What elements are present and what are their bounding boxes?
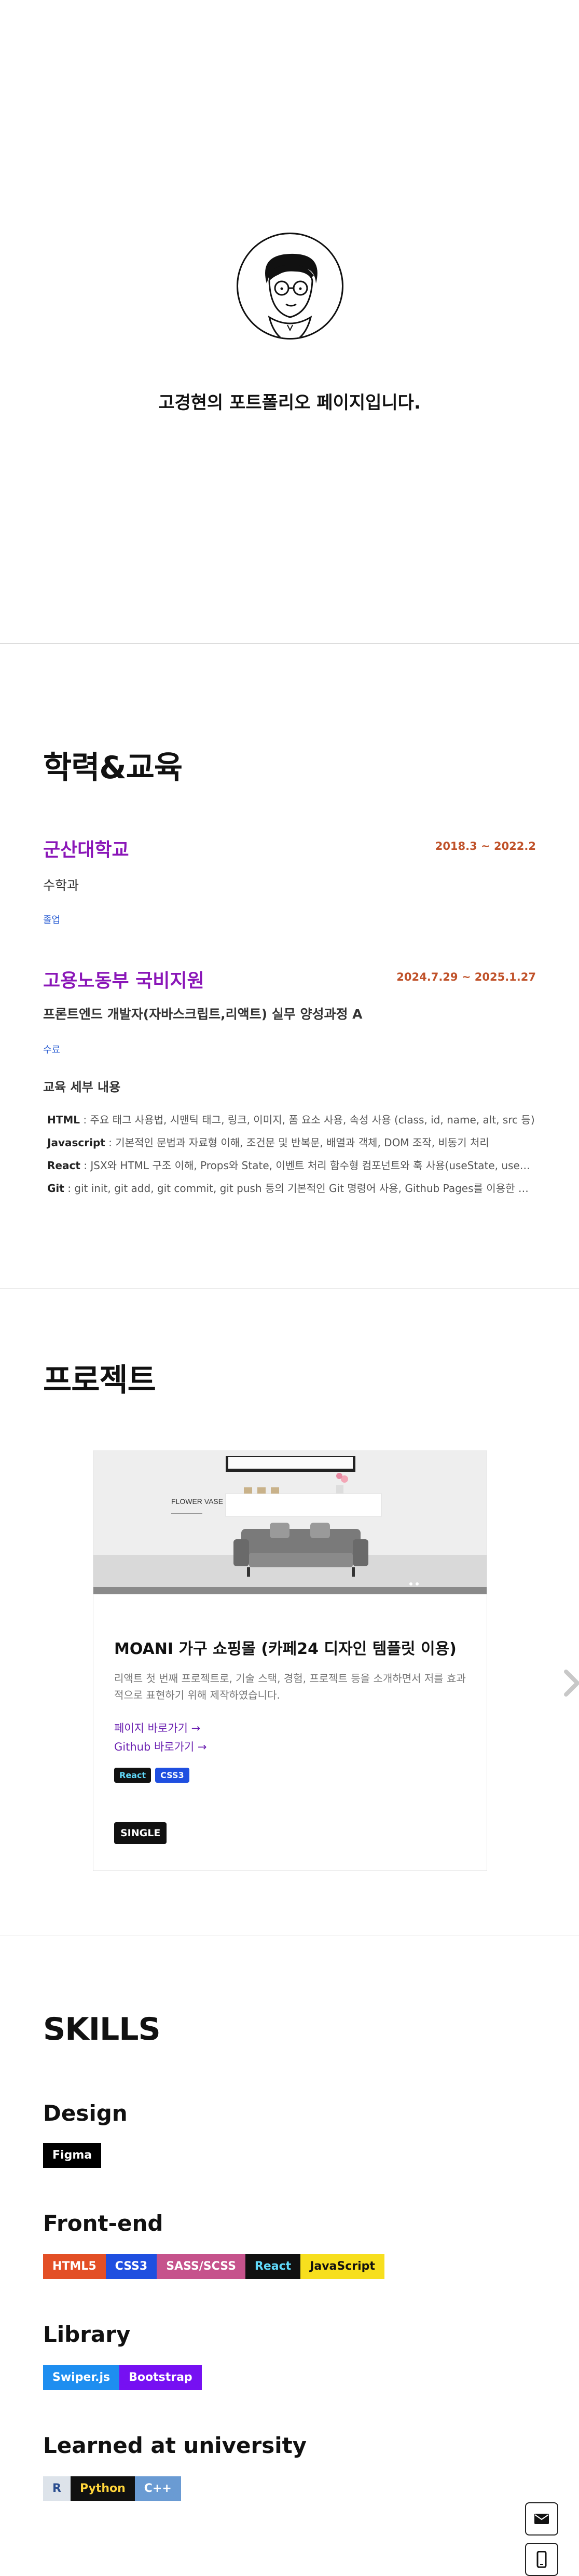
- education-section: 학력&교육 군산대학교 2018.3 ~ 2022.2 수학과 졸업 고용노동부…: [0, 644, 579, 1289]
- school-date: 2018.3 ~ 2022.2: [435, 840, 536, 852]
- badge-figma: Figma: [43, 2143, 102, 2168]
- detail-item-javascript: Javascript : 기본적인 문법과 자료형 이해, 조건문 및 반복문,…: [43, 1131, 536, 1154]
- skill-category-frontend: Front-end: [43, 2211, 163, 2236]
- phone-button[interactable]: [525, 2543, 558, 2576]
- hero-section: 고경현의 포트폴리오 페이지입니다.: [0, 0, 579, 644]
- thumbnail-caption: FLOWER VASE: [171, 1497, 223, 1506]
- skill-badges-frontend: HTML5 CSS3 SASS/SCSS React JavaScript: [43, 2254, 384, 2279]
- avatar: [237, 233, 343, 340]
- skill-category-design: Design: [43, 2100, 128, 2126]
- skill-badges-library: Swiper.js Bootstrap: [43, 2365, 202, 2390]
- tag-css3: CSS3: [155, 1768, 189, 1783]
- badge-cpp: C++: [134, 2476, 181, 2501]
- projects-section: 프로젝트 FLOWER VASE MOANI 가구 쇼핑몰 (카페24 디자인 …: [0, 1289, 579, 1935]
- badge-bootstrap: Bootstrap: [119, 2365, 202, 2390]
- project-description: 리액트 첫 번째 프로젝트로, 기술 스택, 경험, 프로젝트 등을 소개하면서…: [114, 1672, 466, 1701]
- education-title: 학력&교육: [43, 750, 183, 786]
- skills-title: SKILLS: [43, 2011, 161, 2048]
- school-item: 군산대학교 2018.3 ~ 2022.2 수학과 졸업: [43, 835, 536, 926]
- detail-label: Git: [47, 1182, 64, 1195]
- skill-category-library: Library: [43, 2322, 131, 2347]
- badge-css3: CSS3: [105, 2254, 157, 2279]
- detail-title: 교육 세부 내용: [43, 1080, 121, 1094]
- badge-python: Python: [70, 2476, 135, 2501]
- github-link[interactable]: Github 바로가기 →: [114, 1738, 466, 1756]
- skill-category-university: Learned at university: [43, 2433, 307, 2458]
- skills-section: SKILLS Design Figma Front-end HTML5 CSS3…: [0, 1935, 579, 2570]
- skill-badges-university: R Python C++: [43, 2476, 181, 2501]
- detail-item-html: HTML : 주요 태그 사용법, 시맨틱 태그, 링크, 이미지, 폼 요소 …: [43, 1108, 536, 1131]
- tech-tags: React CSS3: [114, 1768, 466, 1783]
- detail-item-git: Git : git init, git add, git commit, git…: [43, 1177, 536, 1200]
- skill-badges-design: Figma: [43, 2143, 102, 2168]
- school-major: 프론트엔드 개발자(자바스크립트,리액트) 실무 양성과정 A: [43, 1007, 363, 1022]
- chevron-right-icon: [564, 1670, 579, 1697]
- hero-title: 고경현의 포트폴리오 페이지입니다.: [158, 392, 421, 413]
- detail-label: HTML: [47, 1114, 80, 1126]
- avatar-illustration: [265, 253, 318, 338]
- phone-icon: [536, 2551, 547, 2568]
- mail-icon: [534, 2514, 549, 2524]
- school-status: 졸업: [43, 915, 61, 926]
- detail-item-react: React : JSX와 HTML 구조 이해, Props와 State, 이…: [43, 1154, 536, 1177]
- carousel-next-button[interactable]: [562, 1667, 579, 1699]
- badge-r: R: [43, 2476, 71, 2501]
- school-status: 수료: [43, 1045, 61, 1055]
- school-major: 수학과: [43, 878, 79, 893]
- detail-text: : git init, git add, git commit, git pus…: [64, 1182, 536, 1195]
- badge-swiper: Swiper.js: [43, 2365, 120, 2390]
- detail-text: : 주요 태그 사용법, 시맨틱 태그, 링크, 이미지, 폼 요소 사용, 속…: [80, 1114, 535, 1126]
- detail-label: Javascript: [47, 1136, 105, 1149]
- mail-button[interactable]: [525, 2502, 558, 2536]
- project-thumbnail: FLOWER VASE: [93, 1451, 487, 1594]
- project-title: MOANI 가구 쇼핑몰 (카페24 디자인 템플릿 이용): [114, 1640, 457, 1658]
- school-date: 2024.7.29 ~ 2025.1.27: [396, 971, 536, 983]
- detail-text: : JSX와 HTML 구조 이해, Props와 State, 이벤트 처리 …: [80, 1159, 536, 1172]
- school-item: 고용노동부 국비지원 2024.7.29 ~ 2025.1.27 프론트엔드 개…: [43, 966, 536, 1200]
- detail-text: : 기본적인 문법과 자료형 이해, 조건문 및 반복문, 배열과 객체, DO…: [105, 1136, 489, 1149]
- project-type-badge: SINGLE: [114, 1822, 167, 1844]
- project-card[interactable]: FLOWER VASE MOANI 가구 쇼핑몰 (카페24 디자인 템플릿 이…: [93, 1450, 487, 1871]
- projects-title: 프로젝트: [43, 1362, 156, 1399]
- badge-javascript: JavaScript: [300, 2254, 384, 2279]
- page-link[interactable]: 페이지 바로가기 →: [114, 1719, 466, 1738]
- detail-list: HTML : 주요 태그 사용법, 시맨틱 태그, 링크, 이미지, 폼 요소 …: [43, 1108, 536, 1200]
- badge-sass: SASS/SCSS: [157, 2254, 245, 2279]
- detail-label: React: [47, 1159, 80, 1172]
- project-thumbnail-illustration: FLOWER VASE: [93, 1451, 487, 1594]
- badge-html5: HTML5: [43, 2254, 106, 2279]
- badge-react: React: [245, 2254, 301, 2279]
- tag-react: React: [114, 1768, 151, 1783]
